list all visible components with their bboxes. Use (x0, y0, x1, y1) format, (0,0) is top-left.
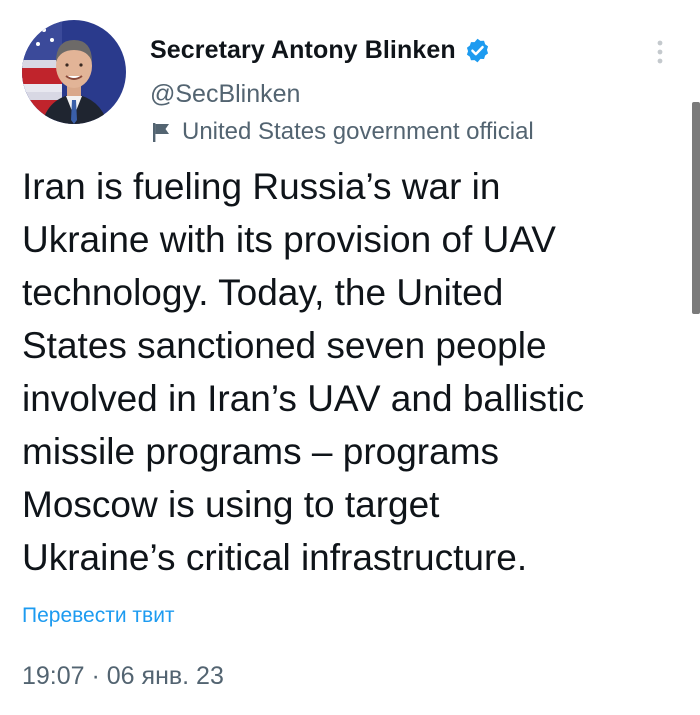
profile-photo (22, 20, 126, 124)
affiliation-label: United States government official (150, 118, 534, 146)
affiliation-text: United States government official (182, 118, 534, 145)
tweet-card: Secretary Antony Blinken @SecBlinken Uni… (0, 0, 700, 715)
avatar[interactable] (22, 20, 126, 124)
tweet-timestamp[interactable]: 19:07 · 06 янв. 23 (22, 662, 224, 691)
author-name-row[interactable]: Secretary Antony Blinken (150, 36, 491, 65)
flag-icon (153, 123, 169, 142)
more-options-icon[interactable] (650, 38, 670, 66)
translate-tweet-link[interactable]: Перевести твит (22, 604, 175, 628)
author-handle[interactable]: @SecBlinken (150, 80, 300, 109)
author-display-name[interactable]: Secretary Antony Blinken (150, 36, 456, 65)
verified-badge-icon (466, 38, 488, 63)
scrollbar[interactable] (692, 102, 700, 314)
tweet-text: Iran is fueling Russia’s war in Ukraine … (22, 166, 585, 578)
